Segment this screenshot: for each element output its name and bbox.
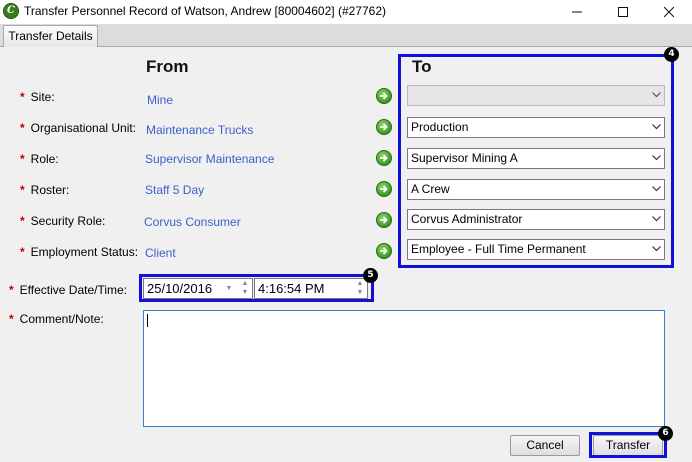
from-site-value: Mine — [147, 93, 174, 107]
from-security-role-value: Corvus Consumer — [144, 215, 241, 229]
copy-roster-arrow-icon[interactable] — [376, 181, 392, 197]
copy-org-unit-arrow-icon[interactable] — [376, 119, 392, 135]
org-unit-label: * Organisational Unit: — [20, 121, 137, 135]
copy-role-arrow-icon[interactable] — [376, 150, 392, 166]
text-caret — [147, 314, 148, 327]
callout-badge-5: 5 — [363, 268, 378, 283]
close-icon — [663, 6, 675, 18]
from-roster-value: Staff 5 Day — [145, 183, 205, 197]
window-title: Transfer Personnel Record of Watson, And… — [24, 4, 386, 18]
copy-security-role-arrow-icon[interactable] — [376, 212, 392, 228]
tab-transfer-details[interactable]: Transfer Details — [3, 25, 98, 47]
maximize-button[interactable] — [600, 0, 646, 24]
minimize-icon — [572, 11, 582, 13]
comment-textarea[interactable] — [143, 310, 665, 427]
cancel-button[interactable]: Cancel — [510, 435, 580, 456]
copy-site-arrow-icon[interactable] — [376, 88, 392, 104]
comment-label: * Comment/Note: — [9, 312, 104, 326]
maximize-icon — [618, 7, 628, 17]
to-panel-highlight — [398, 54, 674, 268]
from-header: From — [146, 57, 189, 76]
copy-employment-status-arrow-icon[interactable] — [376, 243, 392, 259]
from-org-unit-value: Maintenance Trucks — [146, 123, 254, 137]
site-label: * Site: — [20, 90, 55, 104]
close-button[interactable] — [646, 0, 692, 24]
from-employment-status-value: Client — [145, 246, 176, 260]
from-role-value: Supervisor Maintenance — [145, 152, 275, 166]
minimize-button[interactable] — [554, 0, 600, 24]
effective-highlight — [139, 274, 374, 302]
employment-status-label: * Employment Status: — [20, 245, 139, 259]
callout-badge-6: 6 — [658, 426, 673, 441]
transfer-highlight — [589, 432, 667, 458]
role-label: * Role: — [20, 152, 59, 166]
security-role-label: * Security Role: — [20, 214, 106, 228]
title-bar: C Transfer Personnel Record of Watson, A… — [0, 0, 692, 24]
corvus-logo-icon: C — [3, 3, 19, 19]
callout-badge-4: 4 — [664, 47, 679, 62]
tab-strip — [0, 24, 692, 47]
effective-label: * Effective Date/Time: — [9, 283, 128, 297]
roster-label: * Roster: — [20, 183, 70, 197]
